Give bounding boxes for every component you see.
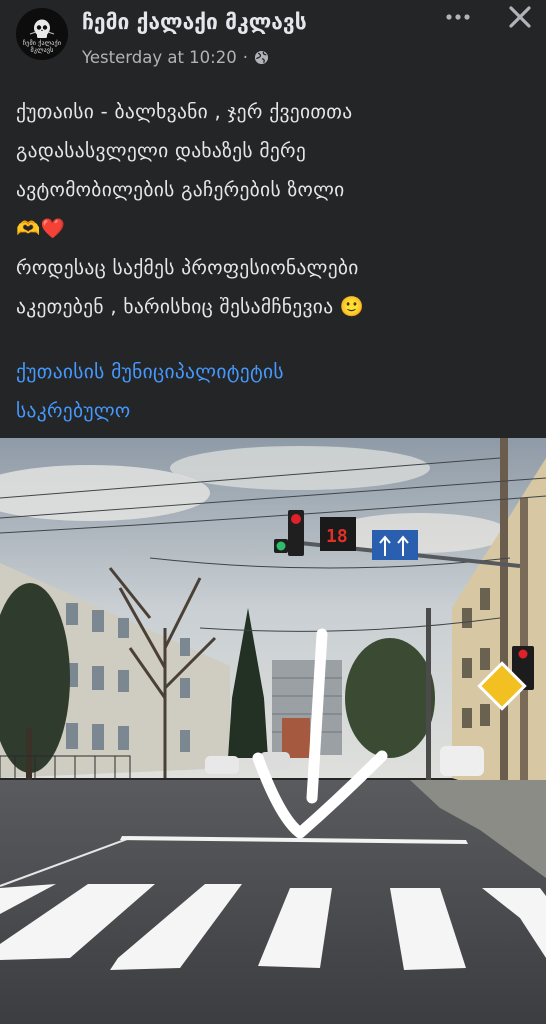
mention-link-line[interactable]: ქუთაისის მუნიციპალიტეტის [16, 352, 536, 391]
post-text-line: გადასასვლელი დახაზეს მერე [16, 139, 307, 162]
avatar-caption: ჩემი ქალაქი მკლავს [22, 40, 62, 54]
mention-link-line[interactable]: საკრებულო [16, 391, 536, 430]
svg-text:18: 18 [326, 526, 348, 547]
street-crosswalk-photo: 18 [0, 438, 546, 1024]
globe-icon[interactable] [254, 50, 269, 65]
post-photo[interactable]: 18 [0, 438, 546, 1024]
post-header: ჩემი ქალაქი მკლავს ჩემი ქალაქი მკლავს Ye… [0, 0, 546, 80]
post-text-line: როდესაც საქმეს პროფესიონალები [16, 256, 359, 279]
post-meta: Yesterday at 10:20 · [82, 48, 269, 67]
close-button[interactable] [506, 4, 534, 30]
mention-link[interactable]: ქუთაისის მუნიციპალიტეტის საკრებულო [16, 352, 536, 430]
post-timestamp[interactable]: Yesterday at 10:20 [82, 48, 237, 67]
post-emoji-line: 🫶❤️ [16, 217, 66, 240]
more-options-button[interactable] [443, 6, 473, 28]
page-name[interactable]: ჩემი ქალაქი მკლავს [82, 10, 307, 34]
page-avatar[interactable]: ჩემი ქალაქი მკლავს [16, 8, 68, 60]
more-horizontal-icon [446, 14, 470, 20]
post-body: ქუთაისი - ბალხვანი , ჯერ ქვეითთა გადასას… [16, 92, 536, 326]
close-icon [509, 6, 531, 28]
post-text-line: ქუთაისი - ბალხვანი , ჯერ ქვეითთა [16, 100, 353, 123]
meta-separator: · [242, 48, 248, 67]
post-text-line: აკეთებენ , ხარისხიც შესამჩნევია 🙂 [16, 295, 365, 318]
post-text-line: ავტომობილების გაჩერების ზოლი [16, 178, 345, 201]
